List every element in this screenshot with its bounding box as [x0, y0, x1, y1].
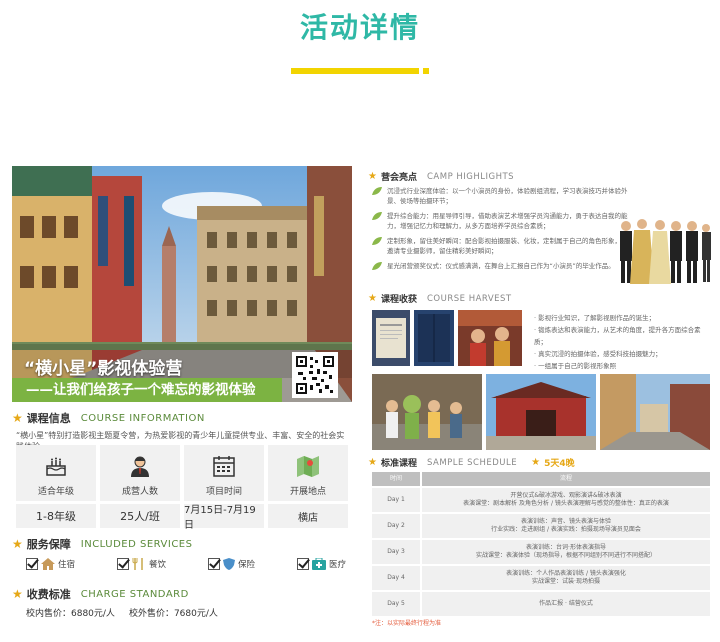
info-card-time: 项目时间 [184, 445, 264, 501]
table-row: Day 4 表演训练：个人作品表演训练 / 镜头表演强化 实战课堂：试装·现场拍摄 [372, 566, 710, 590]
harvest-list: · 影视行业知识，了解影视剧作品的诞生； · 锻炼表达和表演能力，从艺术的角度，… [534, 312, 712, 372]
list-item: · 一组属于自己的影视形象照 [534, 362, 617, 370]
star-icon: ★ [368, 171, 377, 182]
banner-subtitle: ——让我们给孩子一个难忘的影视体验 [12, 378, 282, 402]
checkbox-icon [296, 558, 309, 570]
page-title: 活动详情 [299, 11, 420, 44]
schedule-note: *注：以实际最终行程为准 [372, 620, 442, 627]
banner-title: “横小星”影视体验营 [24, 359, 183, 379]
service-lodging: 住宿 [26, 558, 75, 570]
checkbox-icon [116, 558, 129, 570]
star-icon: ★ [12, 537, 23, 551]
activity-photos [372, 374, 710, 450]
house-icon [41, 558, 55, 570]
col-time-header: 时间 [372, 472, 420, 486]
leaf-icon [372, 212, 382, 220]
map-icon [297, 456, 319, 477]
star-icon: ★ [12, 587, 23, 601]
info-card-location: 开展地点 [268, 445, 348, 501]
table-row: Day 2 表演训练：声音、镜头表演与体验 行业实践：走进剧组 / 表演实践：拍摄… [372, 514, 710, 538]
star-icon: ★ [12, 411, 23, 425]
info-card-grade: 适合年级 [16, 445, 96, 501]
right-page: ★ 营会亮点 CAMP HIGHLIGHTS 沉浸式行业深度体验：以一个小演员的… [368, 166, 712, 638]
medical-icon [311, 558, 326, 570]
location-value: 横店 [268, 504, 348, 528]
schedule-header-row: 时间 流程 [372, 472, 710, 486]
date-range-value: 7月15日-7月19日 [184, 504, 264, 531]
price-row: 校内售价：6880元/人 校外售价：7680元/人 [26, 606, 218, 619]
course-info-values: 1-8年级 25人/班 7月15日-7月19日 横店 [16, 504, 348, 531]
activity-photo [486, 374, 596, 450]
info-card-size: 成营人数 [100, 445, 180, 501]
leaf-icon [372, 237, 382, 245]
activity-photo [600, 374, 710, 450]
notebook-image [414, 310, 454, 366]
col-content-header: 流程 [422, 472, 710, 486]
list-item: · 影视行业知识，了解影视剧作品的诞生； [534, 314, 656, 322]
list-item: 定制形象，留住美好瞬间：配合影视拍摄服装、化妆，定制属于自己的角色形象，并邀请专… [372, 236, 632, 256]
table-row: Day 5 作品汇报 · 结营仪式 [372, 592, 710, 616]
highlights-heading: ★ 营会亮点 CAMP HIGHLIGHTS [368, 171, 515, 183]
activity-photo [372, 374, 482, 450]
service-medical: 医疗 [296, 558, 346, 570]
list-item: · 真实沉浸的拍摄体验，感受科技拍摄魅力； [534, 350, 662, 358]
charge-heading: ★ 收费标准 CHARGE STANDARD [12, 587, 189, 601]
qr-code-icon[interactable] [292, 352, 338, 398]
service-insurance: 保险 [207, 558, 255, 570]
star-icon: ★ [368, 293, 377, 304]
days-badge: 5天4晚 [544, 459, 575, 469]
dining-icon [132, 558, 143, 570]
harvest-images [372, 310, 522, 366]
shield-icon [222, 558, 235, 570]
inside-price: 校内售价：6880元/人 [26, 609, 115, 619]
service-dining: 餐饮 [116, 558, 166, 570]
performers-illustration [620, 219, 711, 284]
services-list: 住宿 餐饮 保险 医疗 [26, 558, 346, 570]
leaf-icon [372, 187, 382, 195]
leaf-icon [372, 262, 382, 270]
title-underline [291, 68, 419, 74]
outside-price: 校外售价：7680元/人 [128, 609, 218, 619]
checkbox-icon [26, 558, 38, 570]
list-item: 沉浸式行业深度体验：以一个小演员的身份，体验剧组流程，学习表演技巧并体验外景、侯… [372, 186, 632, 206]
checkbox-icon [207, 558, 220, 570]
star-icon: ★ [368, 457, 377, 468]
person-icon [131, 456, 149, 477]
title-underline-dot [423, 68, 429, 74]
list-item: 提升综合能力：用星导师引导，借助表演艺术增强学员沟通能力，勇于表达自我的能力，增… [372, 211, 632, 231]
costume-photo [458, 310, 522, 366]
list-item: 星光闭营颁奖仪式：仪式感满满，在舞台上汇报自己作为“小演员”的毕业作品。 [372, 261, 632, 271]
course-info-heading: ★ 课程信息 COURSE INFORMATION [12, 411, 205, 425]
grade-value: 1-8年级 [16, 504, 96, 528]
schedule-table: 时间 流程 Day 1 开营仪式&破冰游戏、观影演讲&破冰表演 表演课堂：剧本解析… [372, 472, 710, 616]
course-info-cards: 适合年级 成营人数 项目时间 开展地点 [16, 445, 348, 501]
star-icon: ★ [531, 457, 541, 468]
harvest-heading: ★ 课程收获 COURSE HARVEST [368, 293, 512, 305]
table-row: Day 1 开营仪式&破冰游戏、观影演讲&破冰表演 表演课堂：剧本解析 及角色分析… [372, 488, 710, 512]
cake-icon [46, 457, 66, 476]
class-size-value: 25人/班 [100, 504, 180, 528]
certificate-image [372, 310, 410, 366]
left-page: “横小星”影视体验营 ——让我们给孩子一个难忘的影视体验 ★ 课程信息 COUR… [12, 166, 352, 638]
highlights-list: 沉浸式行业深度体验：以一个小演员的身份，体验剧组流程，学习表演技巧并体验外景、侯… [372, 186, 632, 276]
schedule-heading: ★ 标准课程 SAMPLE SCHEDULE ★ 5天4晚 [368, 457, 575, 469]
table-row: Day 3 表演训练：台词·形体表演指导 实战课堂：表演体验（现场指导，根据不同组… [372, 540, 710, 564]
list-item: · 锻炼表达和表演能力，从艺术的角度，提升各方面综合素质； [534, 326, 701, 346]
calendar-icon [213, 456, 235, 477]
services-heading: ★ 服务保障 INCLUDED SERVICES [12, 537, 193, 551]
